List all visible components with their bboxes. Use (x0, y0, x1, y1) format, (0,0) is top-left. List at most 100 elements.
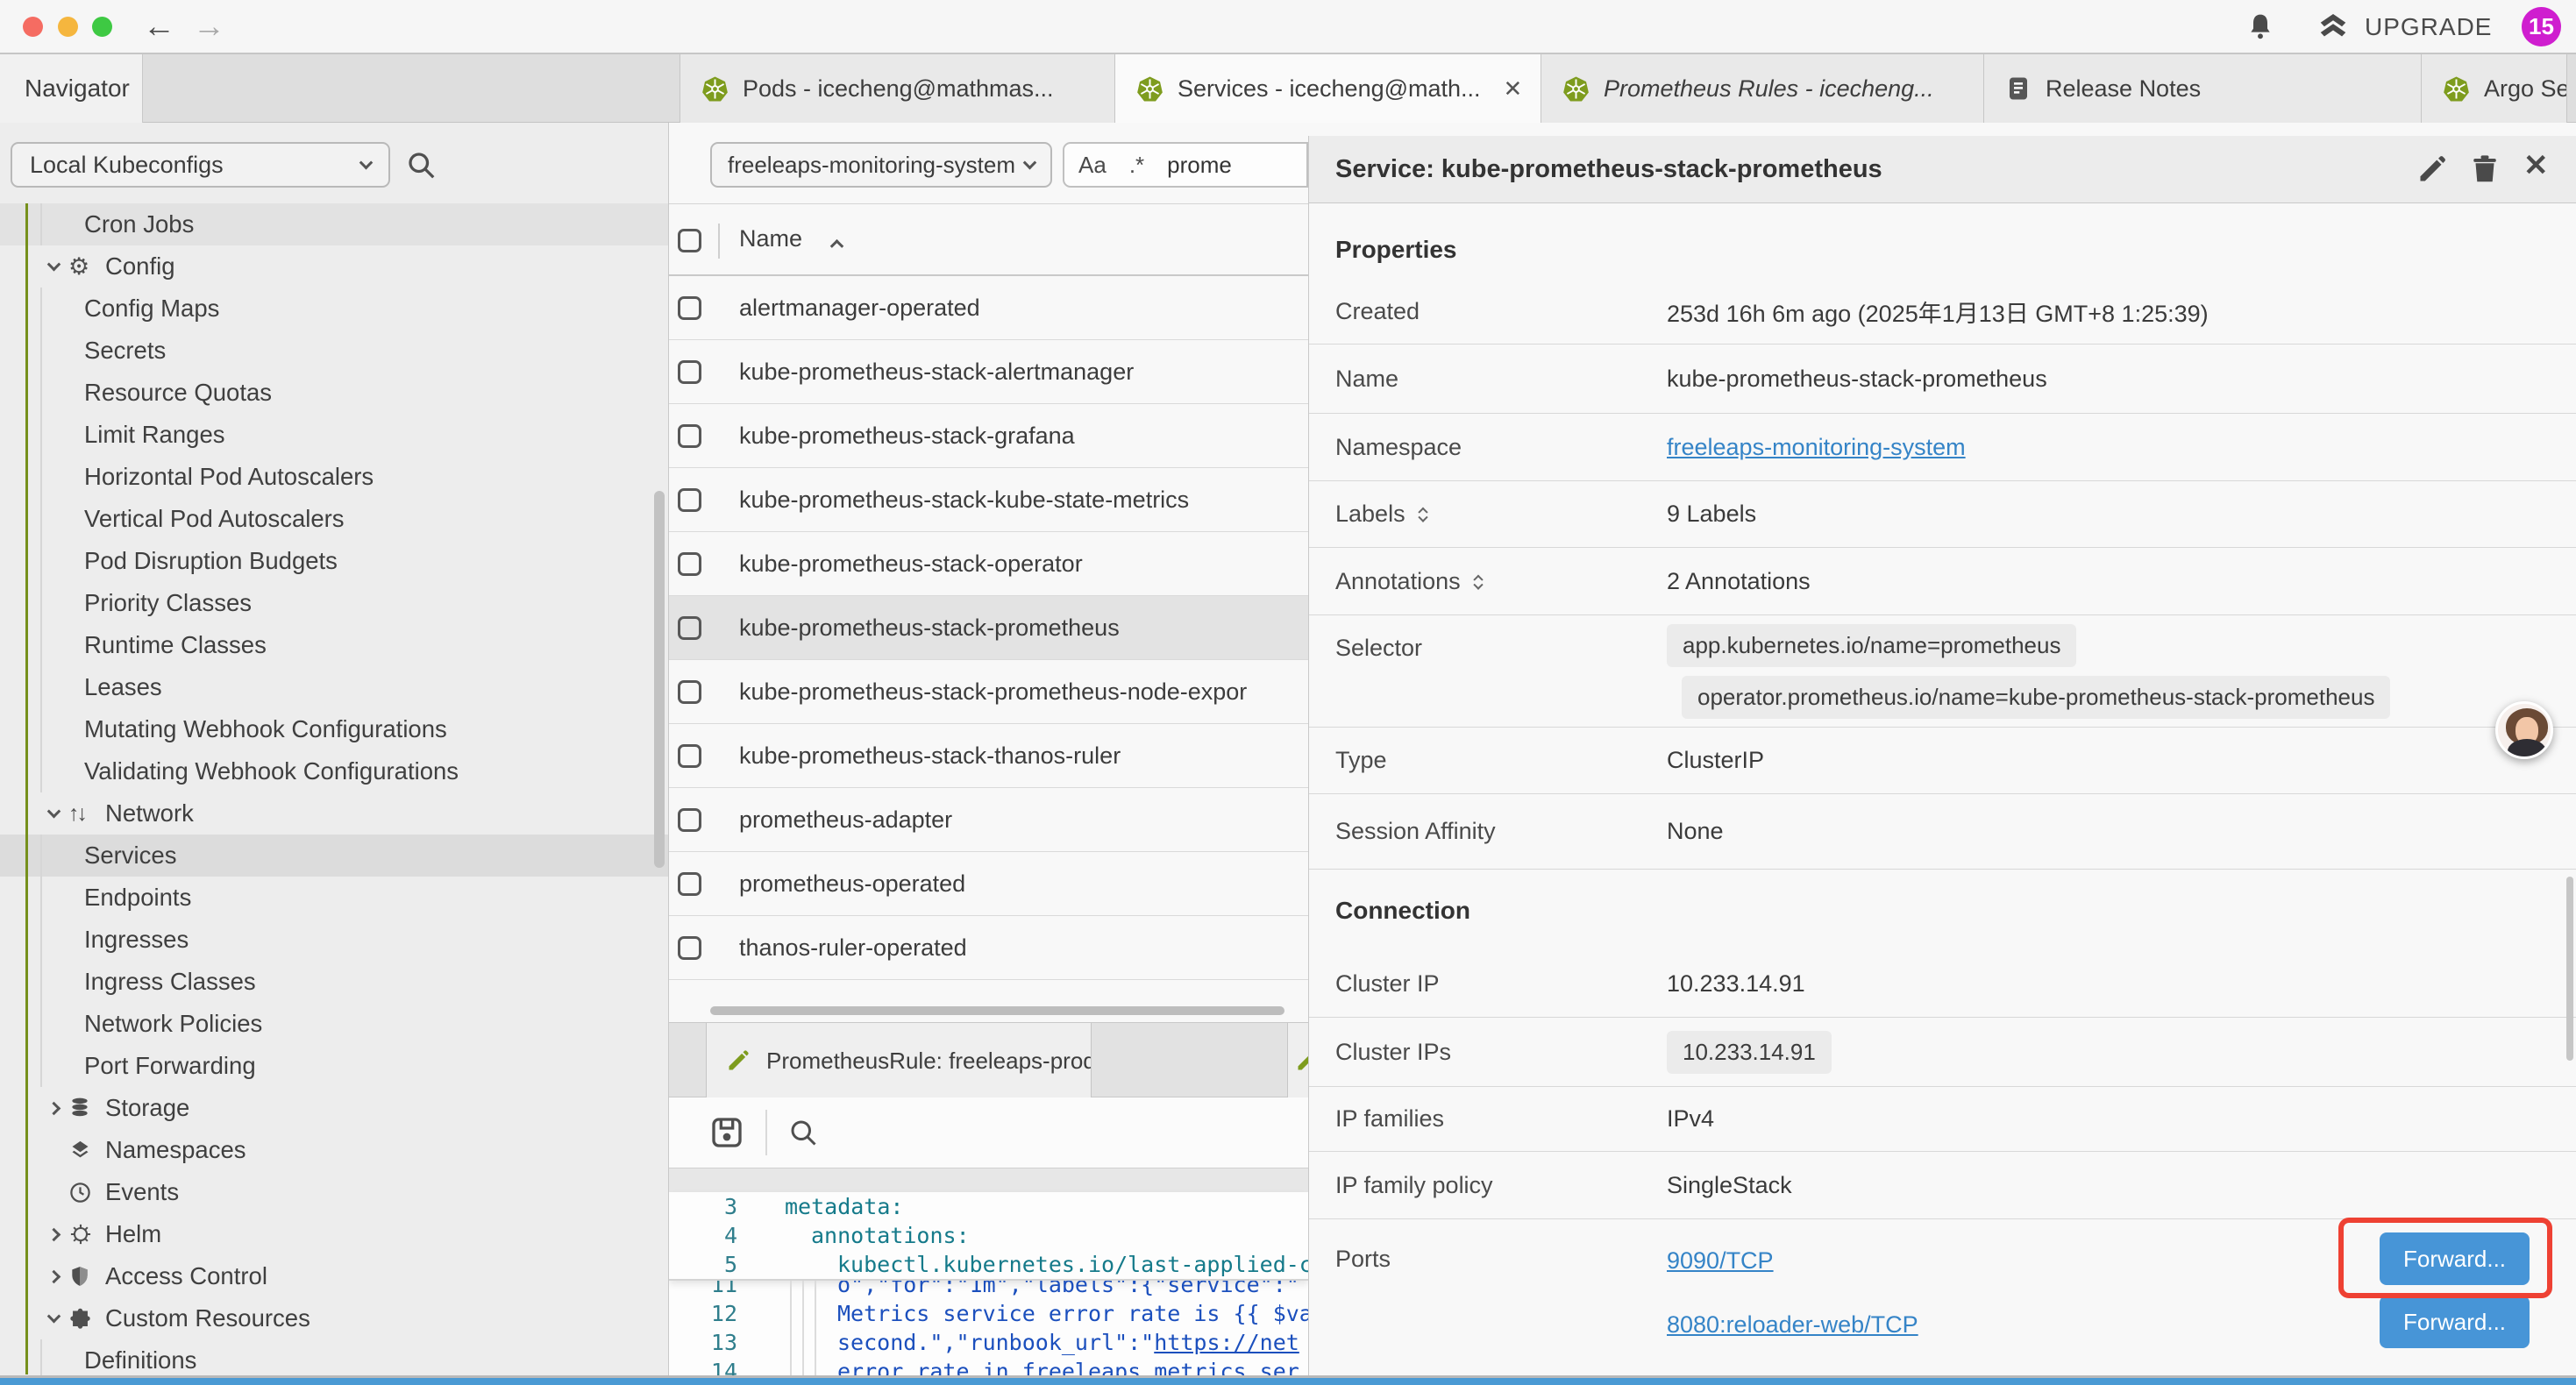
row-checkbox[interactable] (678, 296, 701, 320)
expand-collapse-icon[interactable] (1475, 572, 1482, 591)
sidebar-item-cron-jobs[interactable]: Cron Jobs (0, 203, 669, 245)
sort-ascending-icon[interactable] (830, 239, 844, 253)
yaml-editor[interactable]: 3metadata:4annotations:5kubectl.kubernet… (669, 1192, 1308, 1378)
sidebar-item-definitions[interactable]: Definitions (0, 1339, 669, 1378)
sidebar-item-config[interactable]: ⚙Config (0, 245, 669, 288)
sidebar-item-port-forwarding[interactable]: Port Forwarding (0, 1045, 669, 1087)
filter-search-input[interactable]: Aa .* prome (1063, 142, 1308, 188)
sidebar-item-network-policies[interactable]: Network Policies (0, 1003, 669, 1045)
avatar[interactable] (2495, 701, 2553, 759)
tab-release-notes[interactable]: Release Notes (1984, 54, 2422, 123)
sidebar-item-network[interactable]: ↑↓Network (0, 792, 669, 835)
sidebar-item-secrets[interactable]: Secrets (0, 330, 669, 372)
table-row-kube-prometheus-stack-operator[interactable]: kube-prometheus-stack-operator (669, 532, 1308, 596)
row-checkbox[interactable] (678, 360, 701, 384)
port-link-8080[interactable]: 8080:reloader-web/TCP (1667, 1311, 1918, 1339)
sidebar-item-ingresses[interactable]: Ingresses (0, 919, 669, 961)
sidebar-item-limit-ranges[interactable]: Limit Ranges (0, 414, 669, 456)
close-window-icon[interactable] (23, 17, 43, 37)
sidebar-item-horizontal-pod-autoscalers[interactable]: Horizontal Pod Autoscalers (0, 456, 669, 498)
row-checkbox[interactable] (678, 552, 701, 576)
sidebar-item-vertical-pod-autoscalers[interactable]: Vertical Pod Autoscalers (0, 498, 669, 540)
labels-value[interactable]: 9 Labels (1667, 501, 1756, 528)
close-icon[interactable]: ✕ (2523, 148, 2549, 183)
table-row-kube-prometheus-stack-alertmanager[interactable]: kube-prometheus-stack-alertmanager (669, 340, 1308, 404)
namespace-select[interactable]: freeleaps-monitoring-system (710, 142, 1052, 188)
zoom-window-icon[interactable] (92, 17, 112, 37)
sidebar-item-pod-disruption-budgets[interactable]: Pod Disruption Budgets (0, 540, 669, 582)
sidebar-item-endpoints[interactable]: Endpoints (0, 877, 669, 919)
sidebar-item-priority-classes[interactable]: Priority Classes (0, 582, 669, 624)
sidebar-item-runtime-classes[interactable]: Runtime Classes (0, 624, 669, 666)
sidebar-item-events[interactable]: Events (0, 1171, 669, 1213)
sidebar-item-helm[interactable]: Helm (0, 1213, 669, 1255)
sidebar-item-resource-quotas[interactable]: Resource Quotas (0, 372, 669, 414)
tab-pods-icecheng-mathmas[interactable]: Pods - icecheng@mathmas... (680, 54, 1115, 123)
forward-arrow-icon[interactable]: → (193, 5, 225, 47)
row-checkbox[interactable] (678, 424, 701, 448)
sidebar-item-ingress-classes[interactable]: Ingress Classes (0, 961, 669, 1003)
sidebar-item-storage[interactable]: Storage (0, 1087, 669, 1129)
table-row-prometheus-operated[interactable]: prometheus-operated (669, 852, 1308, 916)
table-row-kube-prometheus-stack-kube-state-metrics[interactable]: kube-prometheus-stack-kube-state-metrics (669, 468, 1308, 532)
chevron-right-icon[interactable] (39, 1104, 68, 1113)
table-row-thanos-ruler-operated[interactable]: thanos-ruler-operated (669, 916, 1308, 980)
regex-toggle[interactable]: .* (1129, 152, 1144, 179)
name-column-header[interactable]: Name (739, 225, 802, 252)
table-row-kube-prometheus-stack-prometheus[interactable]: kube-prometheus-stack-prometheus (669, 596, 1308, 660)
table-row-kube-prometheus-stack-prometheus-node-expor[interactable]: kube-prometheus-stack-prometheus-node-ex… (669, 660, 1308, 724)
tab-prometheusrule-editor[interactable]: PrometheusRule: freeleaps-prod-rabbitmq (706, 1023, 1092, 1098)
back-arrow-icon[interactable]: ← (143, 5, 175, 47)
match-case-toggle[interactable]: Aa (1078, 152, 1107, 179)
row-checkbox[interactable] (678, 488, 701, 512)
table-row-kube-prometheus-stack-grafana[interactable]: kube-prometheus-stack-grafana (669, 404, 1308, 468)
table-horizontal-scrollbar[interactable] (710, 1006, 1284, 1015)
sidebar-item-leases[interactable]: Leases (0, 666, 669, 708)
row-checkbox[interactable] (678, 744, 701, 768)
table-row-alertmanager-operated[interactable]: alertmanager-operated (669, 276, 1308, 340)
namespace-link[interactable]: freeleaps-monitoring-system (1667, 434, 1966, 461)
save-icon[interactable] (709, 1115, 744, 1150)
sidebar-scrollbar[interactable] (654, 491, 665, 868)
row-checkbox[interactable] (678, 680, 701, 704)
chevron-right-icon[interactable] (39, 1272, 68, 1282)
sidebar-item-access-control[interactable]: Access Control (0, 1255, 669, 1297)
table-row-kube-prometheus-stack-thanos-ruler[interactable]: kube-prometheus-stack-thanos-ruler (669, 724, 1308, 788)
chevron-down-icon[interactable] (39, 262, 68, 272)
minimize-window-icon[interactable] (58, 17, 78, 37)
sidebar-item-validating-webhook-configurations[interactable]: Validating Webhook Configurations (0, 750, 669, 792)
tab-editor-partial[interactable] (1287, 1023, 1308, 1098)
editor-search-icon[interactable] (787, 1117, 819, 1148)
sidebar-item-services[interactable]: Services (0, 835, 669, 877)
chevron-down-icon[interactable] (39, 809, 68, 819)
row-checkbox[interactable] (678, 616, 701, 640)
close-tab-icon[interactable]: ✕ (1504, 75, 1523, 103)
tab-argo-se[interactable]: Argo Se (2422, 54, 2567, 123)
chevron-down-icon[interactable] (39, 1314, 68, 1324)
forward-button-8080[interactable]: Forward... (2380, 1296, 2530, 1348)
detail-scrollbar[interactable] (2566, 877, 2573, 1061)
tab-navigator[interactable]: Navigator (0, 54, 143, 123)
chevron-right-icon[interactable] (39, 1230, 68, 1239)
delete-trash-icon[interactable] (2469, 153, 2501, 185)
row-checkbox[interactable] (678, 936, 701, 960)
sidebar-item-mutating-webhook-configurations[interactable]: Mutating Webhook Configurations (0, 708, 669, 750)
row-checkbox[interactable] (678, 872, 701, 896)
edit-pencil-icon[interactable] (2416, 153, 2448, 185)
sidebar-item-config-maps[interactable]: Config Maps (0, 288, 669, 330)
notifications-bell-icon[interactable] (2246, 12, 2274, 40)
expand-collapse-icon[interactable] (1420, 505, 1427, 523)
sidebar-item-namespaces[interactable]: Namespaces (0, 1129, 669, 1171)
kubeconfig-select[interactable]: Local Kubeconfigs (11, 142, 390, 188)
port-link-9090[interactable]: 9090/TCP (1667, 1247, 1774, 1275)
tab-prometheus-rules-icecheng[interactable]: Prometheus Rules - icecheng... (1541, 54, 1984, 123)
upgrade-icon[interactable] (2317, 11, 2349, 43)
table-row-prometheus-adapter[interactable]: prometheus-adapter (669, 788, 1308, 852)
sidebar-item-custom-resources[interactable]: Custom Resources (0, 1297, 669, 1339)
upgrade-label[interactable]: UPGRADE (2365, 13, 2492, 41)
row-checkbox[interactable] (678, 808, 701, 832)
select-all-checkbox[interactable] (678, 229, 701, 252)
tab-services-icecheng-math[interactable]: Services - icecheng@math...✕ (1115, 54, 1541, 123)
annotations-value[interactable]: 2 Annotations (1667, 568, 1811, 595)
sidebar-search-icon[interactable] (405, 149, 437, 181)
